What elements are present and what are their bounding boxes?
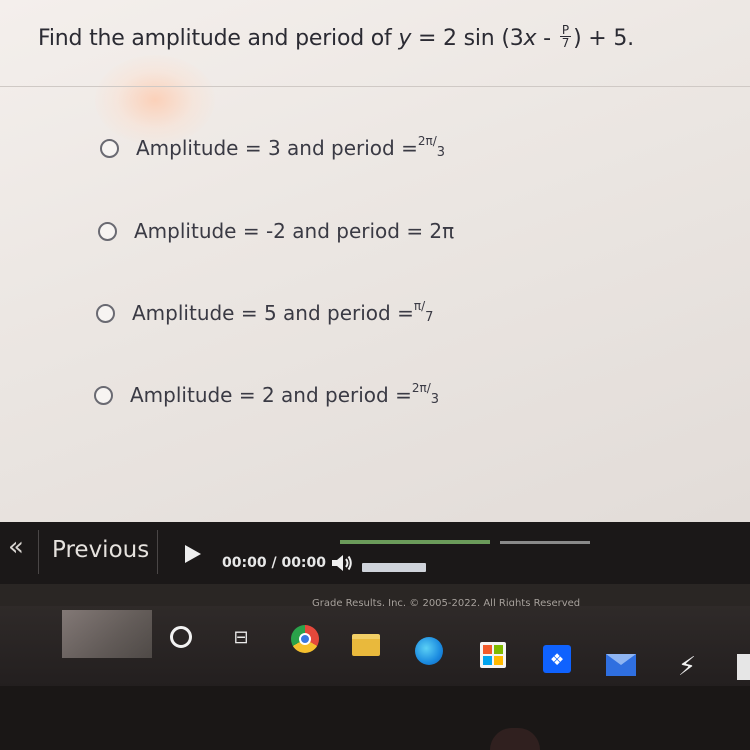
toolbar-divider	[157, 530, 158, 574]
answer-option-4[interactable]: Amplitude = 2 and period = 2π/3	[94, 381, 440, 407]
question-mid: = 2 sin (3	[411, 26, 524, 51]
laptop-logo	[490, 728, 540, 750]
option-subscript: 3	[430, 391, 440, 407]
taskbar-widget[interactable]	[62, 610, 152, 658]
time-total: 00:00	[281, 555, 327, 571]
radio-button[interactable]	[100, 138, 119, 158]
fraction-denominator: 7	[561, 35, 570, 50]
speaker-icon[interactable]	[330, 553, 354, 573]
progress-accent	[340, 540, 490, 544]
progress-track	[500, 541, 590, 544]
option-label: Amplitude = 5 and period =	[132, 301, 414, 325]
option-subscript: 3	[436, 144, 446, 160]
option-label: Amplitude = 2 and period =	[130, 383, 412, 407]
question-fraction: P7	[559, 24, 572, 50]
toolbar-divider	[38, 530, 39, 574]
option-superscript: π	[413, 299, 422, 313]
slash-app-icon[interactable]: ⚡	[672, 652, 702, 682]
dropbox-icon[interactable]: ❖	[542, 644, 572, 674]
option-label: Amplitude = -2 and period = 2π	[134, 219, 455, 243]
time-current: 00:00	[222, 555, 267, 571]
volume-slider[interactable]	[362, 563, 426, 572]
option-superscript: 2π	[417, 134, 433, 148]
cortana-icon[interactable]	[166, 622, 196, 652]
edge-icon[interactable]	[414, 636, 444, 666]
mail-icon[interactable]	[606, 650, 636, 680]
question-minus: -	[536, 26, 558, 51]
fraction-numerator: P	[559, 24, 572, 37]
question-suffix: ) + 5.	[573, 26, 634, 51]
double-chevron-left-icon[interactable]: «	[8, 532, 24, 562]
time-display: 00:00 / 00:00	[222, 555, 326, 571]
question-var-x: x	[523, 26, 537, 51]
store-icon[interactable]	[478, 640, 508, 670]
time-separator: /	[271, 555, 277, 571]
previous-button[interactable]: Previous	[52, 537, 149, 563]
radio-button[interactable]	[98, 221, 117, 241]
answer-option-2[interactable]: Amplitude = -2 and period = 2π	[98, 219, 454, 243]
question-prefix: Find the amplitude and period of	[38, 26, 399, 51]
screen-glare	[95, 55, 215, 145]
taskbar-edge-app[interactable]	[737, 654, 750, 680]
question-var-y: y	[398, 26, 412, 51]
chrome-icon[interactable]	[290, 624, 320, 654]
question-text: Find the amplitude and period of y = 2 s…	[38, 24, 634, 52]
play-icon[interactable]	[185, 545, 201, 563]
radio-button[interactable]	[96, 303, 115, 323]
radio-button[interactable]	[94, 385, 113, 405]
option-superscript: 2π	[411, 381, 427, 395]
question-divider	[0, 86, 750, 87]
file-explorer-icon[interactable]	[351, 630, 381, 660]
answer-option-1[interactable]: Amplitude = 3 and period = 2π/3	[100, 134, 446, 160]
option-label: Amplitude = 3 and period =	[136, 136, 418, 160]
option-subscript: 7	[425, 309, 434, 325]
answer-option-3[interactable]: Amplitude = 5 and period = π/7	[96, 299, 434, 325]
task-view-icon[interactable]: ⊟	[226, 622, 256, 652]
quiz-screen: Find the amplitude and period of y = 2 s…	[0, 0, 750, 522]
